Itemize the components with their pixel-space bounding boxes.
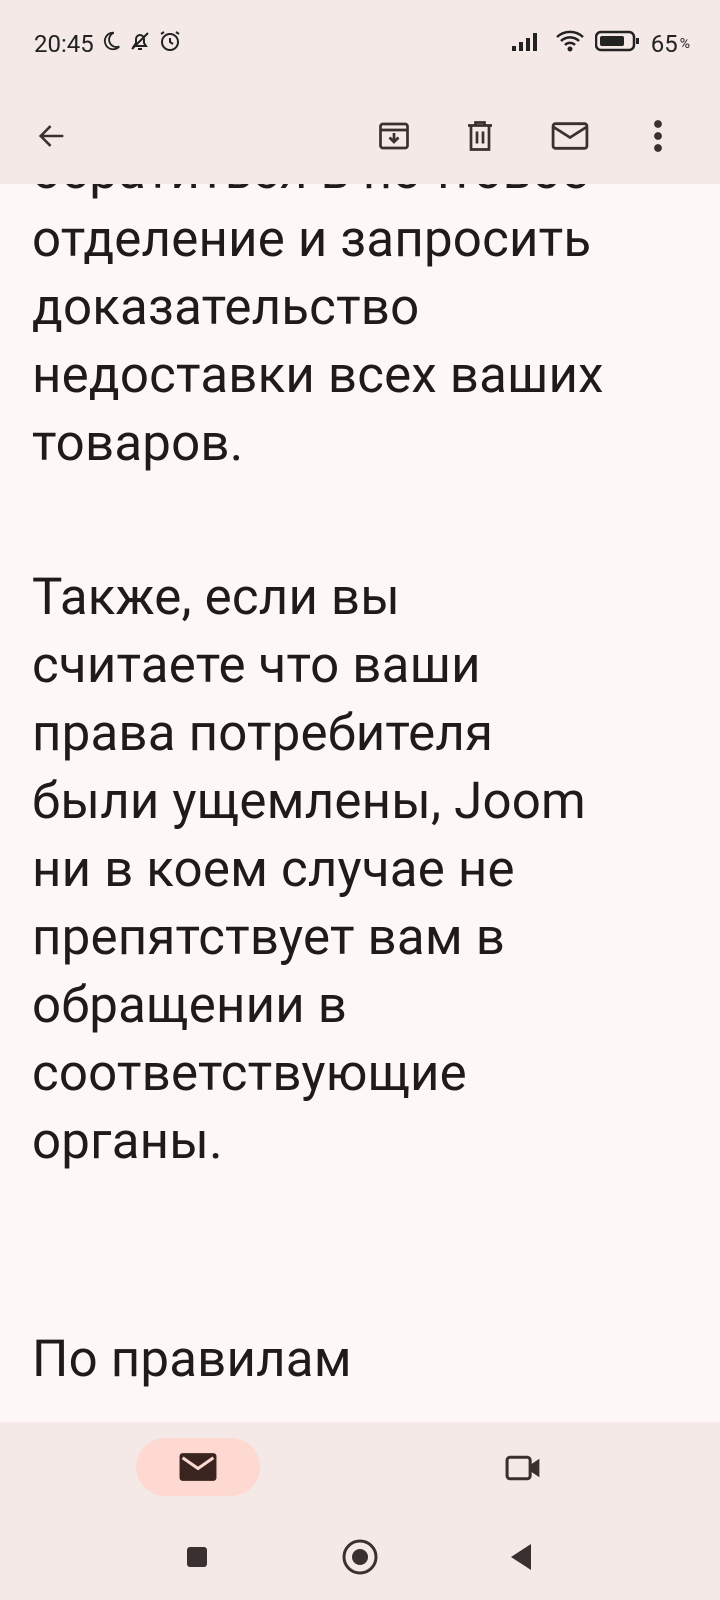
more-vert-icon: [654, 120, 662, 152]
home-circle-icon: [342, 1539, 378, 1575]
triangle-back-icon: [511, 1544, 531, 1570]
battery-icon: [594, 29, 641, 59]
battery-percent: 65: [650, 30, 678, 58]
bottom-navigation: [0, 1422, 720, 1512]
delete-button[interactable]: [450, 106, 510, 166]
more-options-button[interactable]: [628, 106, 688, 166]
mail-icon: [179, 1453, 217, 1481]
paragraph-1-text: отделение и запросить доказательство нед…: [32, 210, 604, 473]
bell-off-icon: [128, 29, 152, 59]
video-camera-icon: [505, 1455, 540, 1481]
back-button[interactable]: [22, 106, 82, 166]
system-navigation-bar: [0, 1512, 720, 1600]
back-nav-button[interactable]: [496, 1532, 546, 1582]
email-paragraph-3: По правилам: [32, 1330, 352, 1389]
email-toolbar: [0, 88, 720, 184]
status-bar: 20:45 65%: [0, 0, 720, 88]
trash-icon: [468, 121, 492, 151]
home-button[interactable]: [335, 1532, 385, 1582]
square-icon: [187, 1547, 207, 1567]
email-paragraph-1: обратиться в почтовоеотделение и запроси…: [32, 140, 712, 478]
mail-icon: [551, 122, 589, 150]
wifi-icon: [555, 29, 585, 59]
email-body: обратиться в почтовоеотделение и запроси…: [0, 140, 720, 1422]
signal-icon: [511, 30, 545, 58]
meet-tab[interactable]: [496, 1440, 552, 1496]
arrow-left-icon: [38, 125, 64, 147]
percent-sign: %: [679, 36, 690, 52]
recents-button[interactable]: [172, 1532, 222, 1582]
archive-icon: [379, 122, 409, 150]
archive-button[interactable]: [364, 106, 424, 166]
email-paragraph-2: Также, если вы считаете что ваши права п…: [32, 568, 586, 1171]
alarm-icon: [158, 29, 182, 59]
mail-tab[interactable]: [136, 1438, 260, 1496]
status-time: 20:45: [34, 30, 94, 58]
mark-unread-button[interactable]: [540, 106, 600, 166]
dnd-moon-icon: [100, 30, 122, 58]
